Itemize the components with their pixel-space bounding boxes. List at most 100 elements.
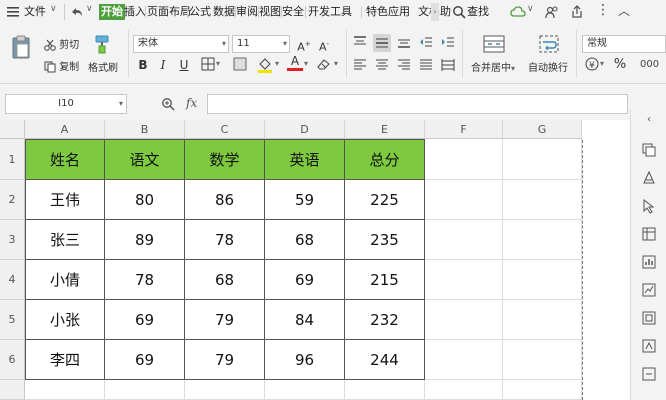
wrap-text-label[interactable]: 自动换行 (528, 59, 568, 74)
undo-dropdown-icon[interactable]: ∨ (86, 4, 93, 14)
fill-color-icon[interactable] (257, 57, 273, 77)
table-cell[interactable]: 李四 (25, 340, 105, 380)
bold-icon[interactable]: B (135, 57, 151, 73)
formula-input[interactable] (207, 94, 628, 114)
row-header[interactable]: 5 (0, 300, 25, 340)
border-dropdown-icon[interactable]: ▾ (216, 59, 220, 68)
table-header-cell[interactable]: 英语 (265, 139, 345, 180)
table-cell[interactable]: 68 (185, 260, 265, 300)
italic-icon[interactable]: I (155, 57, 171, 73)
row-header[interactable]: 3 (0, 220, 25, 260)
table-cell[interactable]: 78 (105, 260, 185, 300)
table-cell[interactable]: 235 (345, 220, 425, 260)
sidebar-more-icon[interactable] (641, 366, 657, 382)
collapse-ribbon-icon[interactable]: ︿ (618, 2, 636, 20)
sidebar-style-icon[interactable] (641, 170, 657, 186)
column-header[interactable]: E (345, 120, 425, 139)
empty-cell[interactable] (345, 380, 425, 400)
table-cell[interactable]: 84 (265, 300, 345, 340)
tab-developer[interactable]: 开发工具 (308, 4, 352, 20)
cloud-dropdown-icon[interactable]: ∨ (527, 4, 534, 14)
sidebar-tasks-icon[interactable] (641, 142, 657, 158)
menu-file[interactable]: 文件 (24, 4, 46, 20)
column-header[interactable]: F (425, 120, 503, 139)
merge-center-button[interactable]: 合并居中▾ (471, 59, 515, 74)
copy-button[interactable]: 复制 (44, 58, 79, 73)
tab-review[interactable]: 审阅 (236, 4, 258, 20)
sidebar-backup-icon[interactable] (641, 310, 657, 326)
column-header[interactable]: D (265, 120, 345, 139)
font-color-icon[interactable]: A (287, 55, 303, 71)
table-cell[interactable]: 69 (265, 260, 345, 300)
table-cell[interactable]: 69 (105, 340, 185, 380)
align-top-icon[interactable] (352, 35, 368, 53)
search-icon[interactable] (452, 5, 466, 19)
currency-icon[interactable]: ¥ (584, 57, 600, 75)
decrease-font-icon[interactable]: A- (316, 36, 332, 56)
sidebar-collapse-icon[interactable]: ‹ (641, 114, 657, 130)
fill-color-dropdown-icon[interactable]: ▾ (275, 59, 279, 68)
table-cell[interactable]: 215 (345, 260, 425, 300)
hamburger-menu-icon[interactable] (6, 5, 20, 19)
table-cell[interactable]: 225 (345, 180, 425, 220)
border-icon[interactable] (200, 57, 216, 75)
table-cell[interactable]: 232 (345, 300, 425, 340)
empty-cell[interactable] (503, 380, 582, 400)
table-header-cell[interactable]: 数学 (185, 139, 265, 180)
row-header[interactable]: 4 (0, 260, 25, 300)
empty-cell[interactable] (265, 380, 345, 400)
shading-icon[interactable] (232, 57, 248, 75)
tabs-overflow-icon[interactable]: › (431, 3, 439, 21)
row-header[interactable]: 2 (0, 180, 25, 220)
empty-cell[interactable] (503, 300, 582, 340)
table-cell[interactable]: 244 (345, 340, 425, 380)
underline-icon[interactable]: U (176, 57, 192, 73)
table-cell[interactable]: 80 (105, 180, 185, 220)
table-cell[interactable]: 79 (185, 300, 265, 340)
font-size-select[interactable]: 11 ▾ (232, 35, 290, 53)
table-cell[interactable]: 59 (265, 180, 345, 220)
table-cell[interactable]: 68 (265, 220, 345, 260)
empty-cell[interactable] (185, 380, 265, 400)
zoom-formula-icon[interactable] (161, 97, 175, 111)
sidebar-select-icon[interactable] (641, 198, 657, 214)
row-header[interactable]: 1 (0, 139, 25, 180)
increase-indent-icon[interactable] (440, 35, 456, 53)
empty-cell[interactable] (25, 380, 105, 400)
sidebar-analysis-icon[interactable] (641, 282, 657, 298)
empty-cell[interactable] (425, 300, 503, 340)
empty-cell[interactable] (425, 260, 503, 300)
empty-cell[interactable] (503, 220, 582, 260)
table-cell[interactable]: 86 (185, 180, 265, 220)
table-cell[interactable]: 张三 (25, 220, 105, 260)
table-cell[interactable]: 王伟 (25, 180, 105, 220)
column-header[interactable]: A (25, 120, 105, 139)
empty-cell[interactable] (425, 340, 503, 380)
number-format-select[interactable]: 常规 (582, 35, 666, 53)
table-header-cell[interactable]: 姓名 (25, 139, 105, 180)
table-cell[interactable]: 78 (185, 220, 265, 260)
search-label[interactable]: 查找 (467, 4, 489, 20)
format-painter-label[interactable]: 格式刷 (88, 59, 118, 74)
tab-page-layout[interactable]: 页面布局 (147, 4, 191, 20)
more-options-icon[interactable]: ⋮ (596, 2, 612, 20)
tab-formula[interactable]: 公式 (189, 4, 211, 20)
tab-view[interactable]: 视图 (259, 4, 281, 20)
empty-cell[interactable] (105, 380, 185, 400)
table-cell[interactable]: 小张 (25, 300, 105, 340)
tab-start[interactable]: 开始 (99, 4, 125, 20)
empty-cell[interactable] (425, 380, 503, 400)
column-header[interactable]: B (105, 120, 185, 139)
cut-button[interactable]: 剪切 (44, 36, 79, 51)
increase-font-icon[interactable]: A+ (296, 36, 312, 56)
thousands-separator-icon[interactable]: 000 (640, 57, 659, 73)
collaborate-icon[interactable] (545, 5, 559, 19)
empty-cell[interactable] (425, 220, 503, 260)
format-painter-icon[interactable] (92, 34, 112, 54)
share-icon[interactable] (570, 5, 584, 19)
table-cell[interactable]: 79 (185, 340, 265, 380)
row-header[interactable]: 6 (0, 340, 25, 380)
sidebar-share-icon[interactable] (641, 338, 657, 354)
tab-insert[interactable]: 插入 (124, 4, 146, 20)
justify-icon[interactable] (418, 58, 434, 76)
